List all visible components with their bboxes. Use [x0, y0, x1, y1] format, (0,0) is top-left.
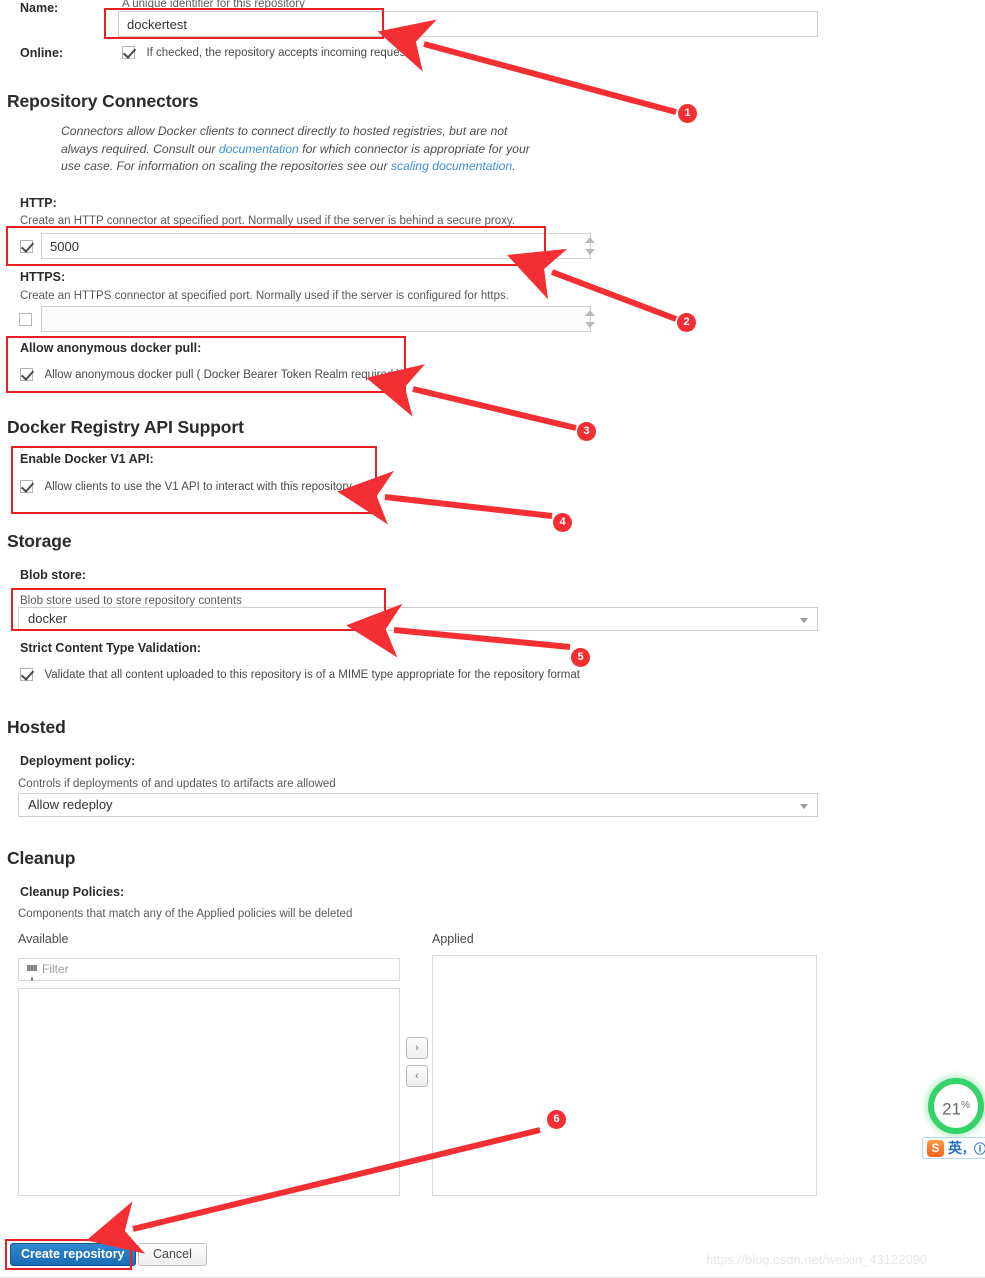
- http-port-spinner[interactable]: [585, 236, 596, 256]
- cleanup-policies-label: Cleanup Policies:: [20, 885, 125, 899]
- https-port-spinner[interactable]: [585, 309, 596, 329]
- blob-store-helper-text: Blob store used to store repository cont…: [20, 595, 242, 607]
- online-label: Online:: [20, 46, 64, 60]
- v1-api-checkbox-label: Allow clients to use the V1 API to inter…: [44, 480, 352, 493]
- section-docker-registry-api-support: Docker Registry API Support: [7, 417, 244, 437]
- annotation-marker-2: 2: [677, 313, 696, 332]
- name-input[interactable]: [118, 11, 818, 37]
- applied-list-label: Applied: [432, 932, 474, 946]
- https-label: HTTPS:: [20, 270, 66, 284]
- sogou-logo-icon[interactable]: S: [927, 1139, 944, 1157]
- chevron-down-icon: [800, 804, 808, 809]
- https-port-spinner-up-icon[interactable]: [585, 310, 595, 316]
- http-port-input[interactable]: [41, 233, 591, 259]
- move-right-button[interactable]: ›: [406, 1037, 428, 1059]
- scaling-documentation-link[interactable]: scaling documentation: [391, 159, 512, 173]
- v1-api-label: Enable Docker V1 API:: [20, 452, 154, 466]
- http-label: HTTP:: [20, 196, 57, 210]
- blob-store-select[interactable]: docker: [18, 607, 818, 631]
- http-helper-text: Create an HTTP connector at specified po…: [20, 215, 515, 227]
- name-helper-text: A unique identifier for this repository: [122, 0, 305, 10]
- strict-validation-checkbox-row[interactable]: Validate that all content uploaded to th…: [20, 666, 580, 684]
- filter-icon: [27, 965, 37, 981]
- arrow-5: [346, 603, 571, 658]
- online-checkbox-label: If checked, the repository accepts incom…: [146, 46, 415, 59]
- annotation-marker-4: 4: [553, 513, 572, 532]
- blob-store-selected-value: docker: [28, 611, 68, 626]
- strict-validation-label: Strict Content Type Validation:: [20, 641, 202, 655]
- section-hosted: Hosted: [7, 717, 66, 737]
- sogou-punctuation-toggle[interactable]: ，: [962, 1140, 974, 1157]
- move-left-button[interactable]: ‹: [406, 1065, 428, 1087]
- https-helper-text: Create an HTTPS connector at specified p…: [20, 290, 509, 302]
- arrow-3: [366, 364, 577, 431]
- repository-create-form: Name: A unique identifier for this repos…: [0, 0, 985, 1278]
- applied-policies-list[interactable]: [432, 955, 817, 1196]
- cancel-button[interactable]: Cancel: [138, 1243, 207, 1266]
- annotation-marker-5: 5: [571, 648, 590, 667]
- anonymous-pull-checkbox-label: Allow anonymous docker pull ( Docker Bea…: [44, 368, 401, 381]
- http-port-spinner-up-icon[interactable]: [585, 237, 595, 243]
- http-enable-checkbox[interactable]: [20, 240, 33, 253]
- https-port-input[interactable]: [41, 306, 591, 332]
- annotation-marker-6: 6: [547, 1110, 566, 1129]
- available-list-label: Available: [18, 932, 69, 946]
- https-enable-checkbox[interactable]: [19, 313, 32, 326]
- name-label: Name:: [20, 1, 59, 15]
- sogou-toolbar[interactable]: S 英，ⓘ: [922, 1137, 985, 1159]
- cleanup-policies-helper-text: Components that match any of the Applied…: [18, 908, 353, 920]
- sogou-percent-value: 21: [942, 1099, 961, 1119]
- sogou-progress-percent: 21%: [928, 1084, 984, 1132]
- deployment-policy-label: Deployment policy:: [20, 754, 136, 768]
- connectors-description: Connectors allow Docker clients to conne…: [61, 123, 546, 176]
- strict-validation-checkbox[interactable]: [20, 668, 33, 682]
- arrow-4: [337, 470, 553, 525]
- section-storage: Storage: [7, 531, 72, 551]
- section-cleanup: Cleanup: [7, 848, 76, 868]
- https-port-spinner-down-icon[interactable]: [585, 322, 595, 328]
- sogou-menu-button[interactable]: ⓘ: [974, 1140, 985, 1157]
- available-policies-list[interactable]: [18, 988, 400, 1196]
- blob-store-label: Blob store:: [20, 568, 86, 582]
- anonymous-pull-checkbox[interactable]: [20, 368, 33, 382]
- available-filter-placeholder: Filter: [42, 962, 69, 976]
- annotation-marker-3: 3: [577, 422, 596, 441]
- chevron-down-icon: [800, 618, 808, 623]
- section-repository-connectors: Repository Connectors: [7, 91, 199, 111]
- online-checkbox[interactable]: [122, 46, 135, 60]
- v1-api-checkbox-row[interactable]: Allow clients to use the V1 API to inter…: [20, 478, 352, 496]
- http-port-spinner-down-icon[interactable]: [585, 249, 595, 255]
- deployment-policy-helper-text: Controls if deployments of and updates t…: [18, 778, 336, 790]
- deployment-policy-selected-value: Allow redeploy: [28, 797, 113, 812]
- arrow-1: [377, 19, 677, 115]
- create-repository-button[interactable]: Create repository: [10, 1243, 136, 1266]
- connectors-description-part3: .: [512, 159, 516, 173]
- anonymous-pull-label: Allow anonymous docker pull:: [20, 341, 202, 355]
- available-filter-input[interactable]: Filter: [18, 958, 400, 981]
- deployment-policy-select[interactable]: Allow redeploy: [18, 793, 818, 817]
- sogou-percent-suffix: %: [961, 1100, 970, 1111]
- page-watermark: https://blog.csdn.net/weixin_43122090: [706, 1252, 928, 1267]
- sogou-input-mode[interactable]: 英: [948, 1138, 962, 1158]
- annotation-marker-1: 1: [678, 104, 697, 123]
- documentation-link[interactable]: documentation: [219, 142, 299, 156]
- online-checkbox-row[interactable]: If checked, the repository accepts incom…: [122, 44, 414, 62]
- v1-api-checkbox[interactable]: [20, 480, 33, 494]
- anonymous-pull-checkbox-row[interactable]: Allow anonymous docker pull ( Docker Bea…: [20, 366, 400, 384]
- strict-validation-checkbox-label: Validate that all content uploaded to th…: [44, 668, 580, 681]
